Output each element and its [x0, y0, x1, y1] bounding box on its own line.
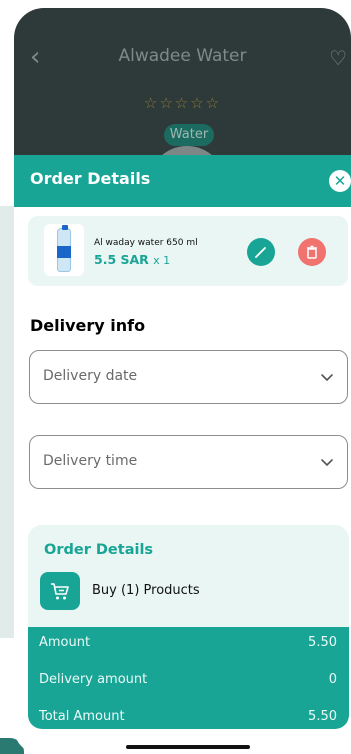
- category-tag: Water: [164, 124, 214, 146]
- summary-title: Order Details: [44, 542, 154, 558]
- product-image: [44, 224, 84, 276]
- trash-icon: [307, 245, 317, 259]
- water-bottle-icon: [57, 225, 71, 272]
- chevron-down-icon: [321, 374, 333, 382]
- sheet-title: Order Details: [30, 169, 151, 188]
- cart-icon-box: [40, 572, 80, 610]
- sheet-header: Order Details ✕: [14, 155, 351, 207]
- heart-icon[interactable]: ♡: [329, 46, 347, 70]
- product-card: Al waday water 650 ml 5.5 SAR x 1: [28, 216, 348, 286]
- amount-row: Amount 5.50: [28, 635, 349, 657]
- close-icon[interactable]: ✕: [329, 170, 351, 192]
- delivery-time-select[interactable]: Delivery time: [29, 435, 348, 489]
- background-header: ‹ Alwadee Water ♡: [14, 44, 351, 84]
- background-panel: [0, 206, 14, 638]
- chevron-down-icon: [321, 459, 333, 467]
- delivery-amount-value: 0: [328, 672, 337, 687]
- delivery-info-heading: Delivery info: [30, 316, 146, 335]
- order-summary-card: Order Details Buy (1) Products Amount 5.…: [28, 525, 349, 729]
- delete-button[interactable]: [298, 238, 326, 266]
- cart-icon: [51, 583, 69, 600]
- amount-label: Amount: [39, 635, 91, 650]
- product-quantity: x 1: [153, 254, 171, 267]
- totals-section: Amount 5.50 Delivery amount 0 Total Amou…: [28, 627, 349, 729]
- delivery-amount-row: Delivery amount 0: [28, 672, 349, 694]
- store-title: Alwadee Water: [118, 46, 247, 66]
- delivery-date-placeholder: Delivery date: [43, 368, 138, 384]
- product-price: 5.5 SAR x 1: [94, 252, 170, 267]
- delivery-time-placeholder: Delivery time: [43, 453, 138, 469]
- edit-button[interactable]: [247, 238, 275, 266]
- home-indicator[interactable]: [126, 745, 250, 749]
- product-name: Al waday water 650 ml: [94, 238, 198, 248]
- delivery-amount-label: Delivery amount: [39, 672, 148, 687]
- order-details-sheet: Order Details ✕ Al waday water 650 ml 5.…: [14, 155, 351, 754]
- delivery-date-select[interactable]: Delivery date: [29, 350, 348, 404]
- pencil-icon: [255, 247, 266, 258]
- total-amount-row: Total Amount 5.50: [28, 709, 349, 729]
- buy-products-text: Buy (1) Products: [92, 583, 200, 598]
- price-value: 5.5 SAR: [94, 252, 149, 267]
- total-amount-label: Total Amount: [39, 709, 125, 724]
- amount-value: 5.50: [308, 635, 337, 650]
- rating-stars: ☆☆☆☆☆: [143, 94, 222, 112]
- total-amount-value: 5.50: [308, 709, 337, 724]
